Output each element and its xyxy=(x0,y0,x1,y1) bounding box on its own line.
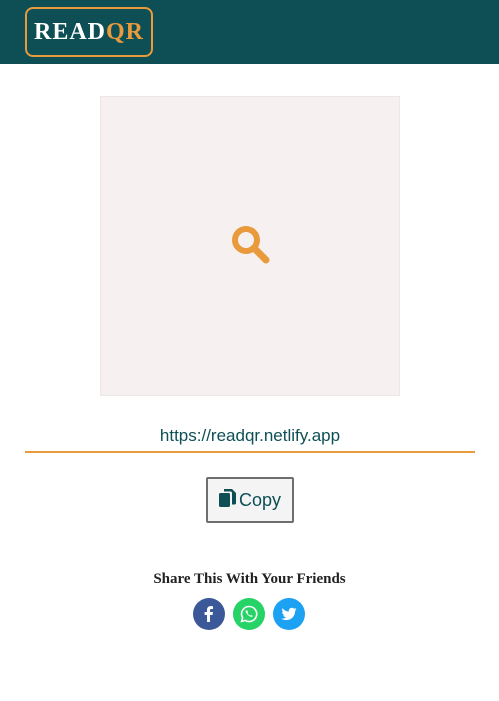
top-navbar: READ QR xyxy=(0,0,499,64)
copy-icon xyxy=(218,488,237,512)
facebook-icon[interactable] xyxy=(193,598,225,630)
whatsapp-icon[interactable] xyxy=(233,598,265,630)
copy-button[interactable]: Copy xyxy=(206,477,294,523)
twitter-icon[interactable] xyxy=(273,598,305,630)
copy-button-label: Copy xyxy=(238,489,282,510)
logo-qr-text: QR xyxy=(106,18,144,45)
url-field-wrapper xyxy=(25,420,475,453)
share-icons-row xyxy=(193,598,307,632)
qr-preview-area xyxy=(100,96,400,396)
readqr-logo[interactable]: READ QR xyxy=(25,7,153,57)
logo-read-text: READ xyxy=(33,18,106,45)
share-heading: Share This With Your Friends xyxy=(153,571,346,587)
search-icon xyxy=(229,223,271,270)
url-input[interactable] xyxy=(25,420,475,451)
